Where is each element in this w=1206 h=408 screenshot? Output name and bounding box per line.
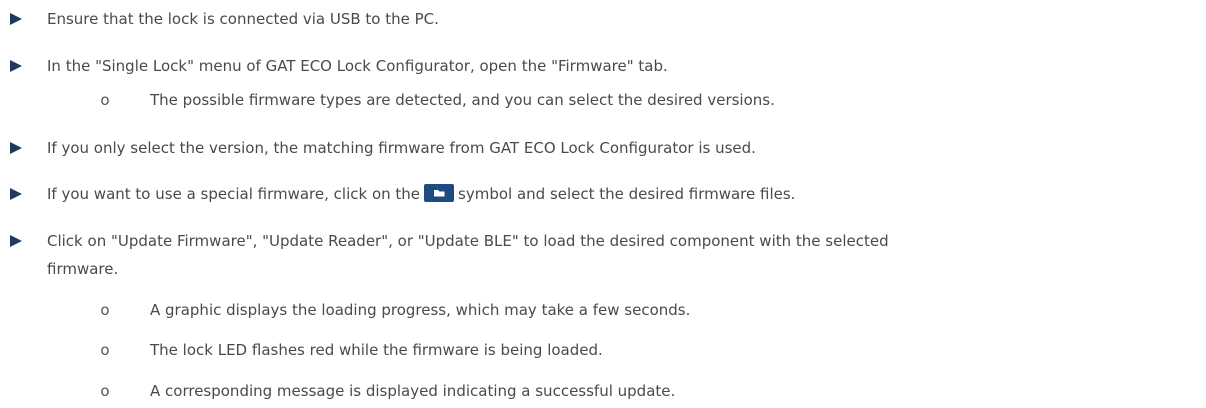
step-5-sub-2-text: The lock LED flashes red while the firmw… [150, 341, 603, 359]
folder-icon [424, 184, 455, 202]
bullet-triangle-icon [8, 56, 24, 76]
bullet-triangle-icon [8, 138, 24, 158]
bullet-triangle-icon [8, 231, 24, 251]
step-5-sub-3-text: A corresponding message is displayed ind… [150, 382, 676, 400]
step-5-text: Click on "Update Firmware", "Update Read… [47, 232, 889, 250]
step-3-text: If you only select the version, the matc… [47, 139, 756, 157]
sub-bullet-marker: o [100, 91, 110, 109]
sub-bullet-marker: o [100, 341, 110, 359]
sub-bullet-marker: o [100, 382, 110, 400]
step-5-continuation: firmware. [47, 260, 119, 278]
bullet-triangle-icon [8, 9, 24, 29]
step-4-text: If you want to use a special firmware, c… [47, 184, 795, 204]
step-1-text: Ensure that the lock is connected via US… [47, 10, 439, 28]
step-5-sub-1-text: A graphic displays the loading progress,… [150, 301, 691, 319]
step-4-text-before: If you want to use a special firmware, c… [47, 185, 421, 203]
step-2-sub-text: The possible firmware types are detected… [150, 91, 775, 109]
step-2-text: In the "Single Lock" menu of GAT ECO Loc… [47, 57, 668, 75]
bullet-triangle-icon [8, 184, 24, 204]
sub-bullet-marker: o [100, 301, 110, 319]
step-4-text-after: symbol and select the desired firmware f… [458, 185, 796, 203]
